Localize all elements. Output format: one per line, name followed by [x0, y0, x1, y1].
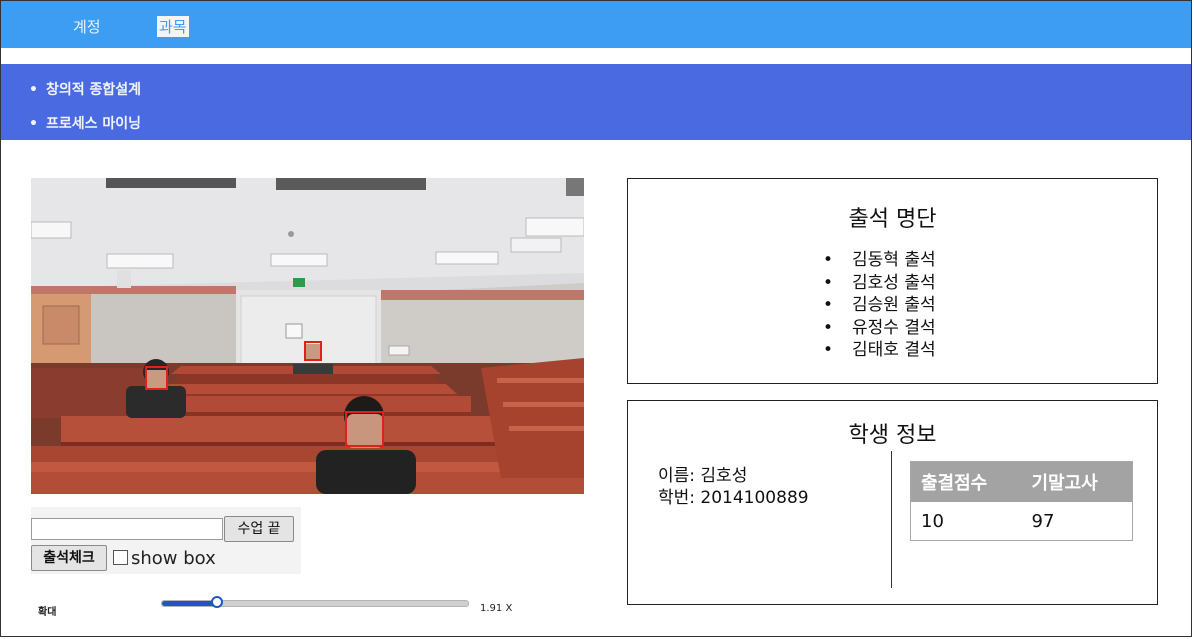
divider — [891, 451, 892, 588]
top-nav: 계정 과목 — [1, 1, 1191, 48]
student-name: 이름: 김호성 — [658, 466, 748, 486]
table-cell: 10 — [921, 510, 944, 532]
show-box-checkbox[interactable] — [113, 550, 128, 565]
zoom-slider-thumb[interactable] — [211, 596, 224, 608]
end-class-button[interactable]: 수업 끝 — [224, 516, 294, 542]
student-details: 이름: 김호성 학번: 2014100889 — [658, 465, 809, 509]
zoom-slider[interactable] — [161, 596, 469, 608]
show-box-toggle[interactable]: show box — [113, 548, 216, 569]
student-info-title: 학생 정보 — [848, 423, 937, 448]
attendance-entry: 김호성 출석 — [823, 272, 936, 295]
attendance-entry: 김태호 결석 — [823, 339, 936, 362]
table-header: 기말고사 — [1021, 461, 1133, 502]
attendance-entry: 유정수 결석 — [823, 317, 936, 340]
camera-feed — [31, 178, 584, 494]
show-box-label: show box — [131, 548, 216, 569]
tab-account[interactable]: 계정 — [73, 16, 101, 37]
score-table: 출결점수 기말고사 10 97 — [910, 461, 1133, 541]
attendance-list: 김동혁 출석 김호성 출석 김승원 출석 유정수 결석 김태호 결석 — [823, 249, 936, 362]
nav-gap — [1, 48, 1191, 64]
tab-subjects[interactable]: 과목 — [157, 16, 189, 37]
attendance-entry: 김승원 출석 — [823, 294, 936, 317]
subject-list: 창의적 종합설계 프로세스 마이닝 — [1, 64, 1191, 140]
table-cell: 97 — [1031, 510, 1055, 532]
subject-item[interactable]: 창의적 종합설계 — [29, 79, 141, 99]
attendance-check-button[interactable]: 출석체크 — [31, 545, 107, 571]
table-header: 출결점수 — [910, 461, 1022, 502]
attendance-title: 출석 명단 — [848, 207, 937, 232]
table-row: 10 97 — [911, 502, 1133, 541]
zoom-slider-fill — [162, 601, 218, 606]
attendance-panel: 출석 명단 김동혁 출석 김호성 출석 김승원 출석 유정수 결석 김태호 결석 — [627, 178, 1158, 384]
class-controls: 수업 끝 출석체크 show box — [31, 507, 301, 574]
attendance-entry: 김동혁 출석 — [823, 249, 936, 272]
student-info-panel: 학생 정보 이름: 김호성 학번: 2014100889 출결점수 기말고사 1… — [627, 400, 1158, 605]
command-input[interactable] — [31, 518, 223, 540]
subject-item[interactable]: 프로세스 마이닝 — [29, 113, 141, 133]
zoom-label: 확대 — [38, 607, 57, 618]
zoom-value: 1.91 X — [480, 603, 513, 614]
student-id: 학번: 2014100889 — [658, 488, 809, 508]
